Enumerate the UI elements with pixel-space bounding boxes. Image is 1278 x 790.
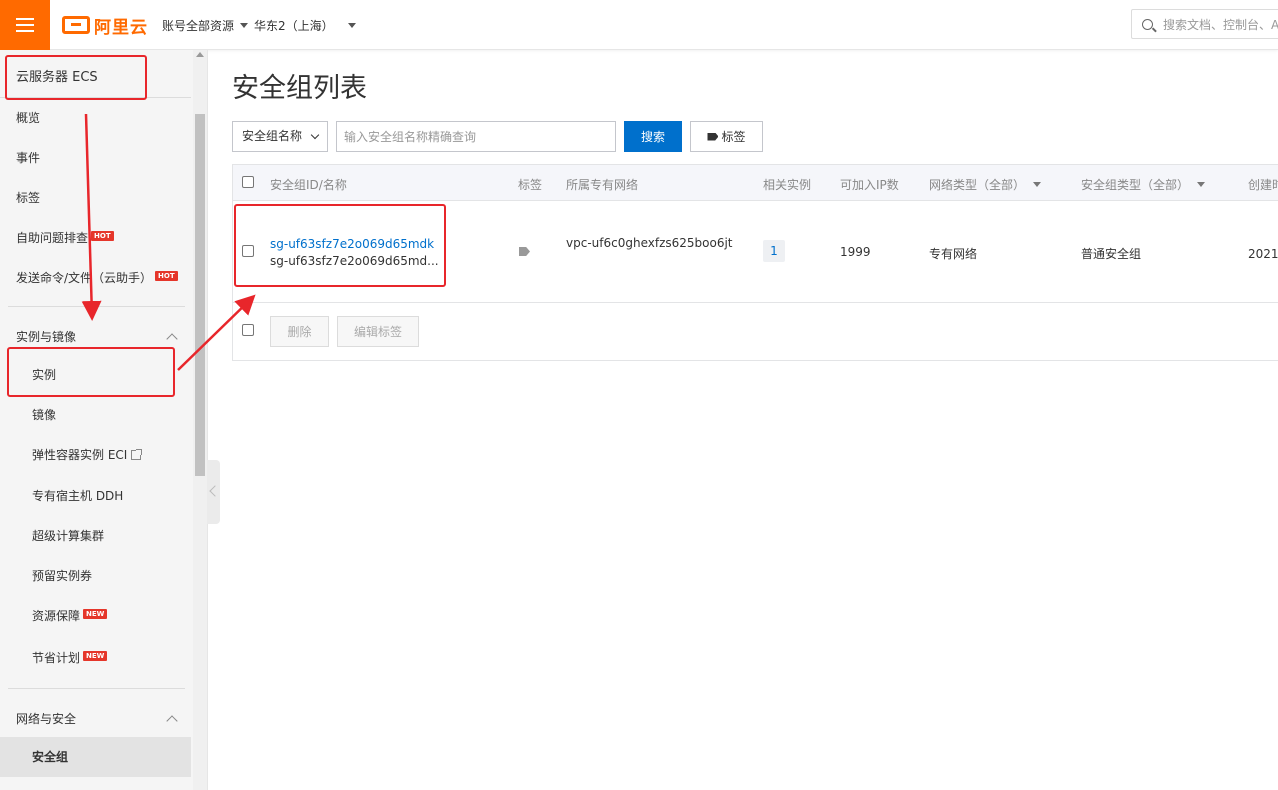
annotation-box-instances xyxy=(7,347,175,397)
sidebar-item-reserved[interactable]: 预留实例券 xyxy=(0,556,191,596)
security-group-type: 普通安全组 xyxy=(1081,247,1142,261)
scroll-thumb[interactable] xyxy=(195,114,205,476)
scroll-up-icon[interactable] xyxy=(196,52,204,57)
region-label: 华东2（上海） xyxy=(254,19,334,33)
sidebar-item-overview[interactable]: 概览 xyxy=(0,98,191,138)
sidebar-group-instances[interactable]: 实例与镜像 xyxy=(16,328,178,345)
column-header-sg-type[interactable]: 安全组类型（全部） xyxy=(1081,176,1206,193)
external-link-icon xyxy=(131,449,143,460)
account-scope-selector[interactable]: 账号全部资源 xyxy=(162,17,249,34)
sidebar-item-cloud-assistant[interactable]: 发送命令/文件（云助手） HOT xyxy=(0,258,191,298)
annotation-box-ecs xyxy=(5,55,147,100)
vpc-id: vpc-uf6c0ghexfzs625boo6jt xyxy=(566,236,733,250)
tag-icon xyxy=(707,132,719,141)
sidebar-item-eci[interactable]: 弹性容器实例 ECI xyxy=(0,435,191,475)
search-placeholder: 搜索文档、控制台、API xyxy=(1163,17,1278,32)
delete-button[interactable]: 删除 xyxy=(270,316,329,347)
column-header-ip-count: 可加入IP数 xyxy=(840,178,899,192)
column-header-instances: 相关实例 xyxy=(763,178,812,192)
sidebar-item-security-groups[interactable]: 安全组 xyxy=(0,737,191,777)
sidebar-item-images[interactable]: 镜像 xyxy=(0,395,191,435)
filter-input[interactable] xyxy=(336,121,616,152)
chevron-down-icon xyxy=(310,130,320,140)
column-header-id: 安全组ID/名称 xyxy=(270,178,347,192)
table-footer: 删除 编辑标签 xyxy=(232,303,1278,361)
account-scope-label: 账号全部资源 xyxy=(162,19,235,33)
footer-select-all-checkbox[interactable] xyxy=(242,324,254,336)
sidebar: 云服务器 ECS 概览 事件 标签 自助问题排查 HOT 发送命令/文件（云助手）… xyxy=(0,50,208,790)
logo-text: 阿里云 xyxy=(94,17,148,38)
column-header-vpc: 所属专有网络 xyxy=(566,178,639,192)
tag-icon[interactable] xyxy=(519,247,530,256)
sidebar-group-network[interactable]: 网络与安全 xyxy=(16,710,178,727)
global-search-input[interactable]: 搜索文档、控制台、API xyxy=(1131,9,1278,39)
hot-badge: HOT xyxy=(91,231,114,241)
divider xyxy=(8,306,185,307)
caret-down-icon xyxy=(1197,182,1206,187)
sidebar-item-events[interactable]: 事件 xyxy=(0,138,191,178)
ip-count: 1999 xyxy=(840,245,871,259)
region-selector[interactable]: 华东2（上海） xyxy=(254,17,356,34)
aliyun-logo[interactable]: 阿里云 xyxy=(62,14,148,38)
search-icon xyxy=(1142,18,1153,30)
sidebar-item-scc[interactable]: 超级计算集群 xyxy=(0,516,191,556)
chevron-up-icon xyxy=(166,332,178,345)
table-header: 安全组ID/名称 标签 所属专有网络 相关实例 可加入IP数 网络类型（全部） … xyxy=(232,164,1278,201)
related-instances-count[interactable]: 1 xyxy=(763,240,785,262)
created-time: 2021年 xyxy=(1248,247,1278,261)
divider xyxy=(8,688,185,689)
chevron-up-icon xyxy=(166,714,178,727)
annotation-box-sg-id xyxy=(234,204,446,287)
caret-down-icon xyxy=(240,23,249,28)
sidebar-item-savings-plan[interactable]: 节省计划 NEW xyxy=(0,638,191,678)
tag-filter-button[interactable]: 标签 xyxy=(690,121,763,152)
sidebar-item-capacity[interactable]: 资源保障 NEW xyxy=(0,596,191,636)
sidebar-collapse-handle[interactable] xyxy=(207,460,220,524)
new-badge: NEW xyxy=(83,609,108,619)
caret-down-icon xyxy=(347,23,356,28)
page-title: 安全组列表 xyxy=(232,73,367,104)
edit-tags-button[interactable]: 编辑标签 xyxy=(337,316,419,347)
sidebar-item-troubleshoot[interactable]: 自助问题排查 HOT xyxy=(0,218,191,258)
sidebar-scrollbar[interactable] xyxy=(193,50,207,790)
sidebar-item-ddh[interactable]: 专有宿主机 DDH xyxy=(0,476,191,516)
network-type: 专有网络 xyxy=(929,247,978,261)
filter-field-select[interactable]: 安全组名称 xyxy=(232,121,328,152)
column-header-created: 创建时间 xyxy=(1248,178,1278,192)
new-badge: NEW xyxy=(83,651,108,661)
column-header-network-type[interactable]: 网络类型（全部） xyxy=(929,176,1042,193)
column-header-tags: 标签 xyxy=(518,178,543,192)
top-bar: 阿里云 账号全部资源 华东2（上海） 搜索文档、控制台、API xyxy=(0,0,1278,50)
menu-icon[interactable] xyxy=(0,0,50,50)
hot-badge: HOT xyxy=(155,271,178,281)
sidebar-item-tags[interactable]: 标签 xyxy=(0,178,191,218)
logo-mark-icon xyxy=(62,16,90,34)
caret-down-icon xyxy=(1033,182,1042,187)
search-button[interactable]: 搜索 xyxy=(624,121,682,152)
select-all-checkbox[interactable] xyxy=(242,176,254,188)
